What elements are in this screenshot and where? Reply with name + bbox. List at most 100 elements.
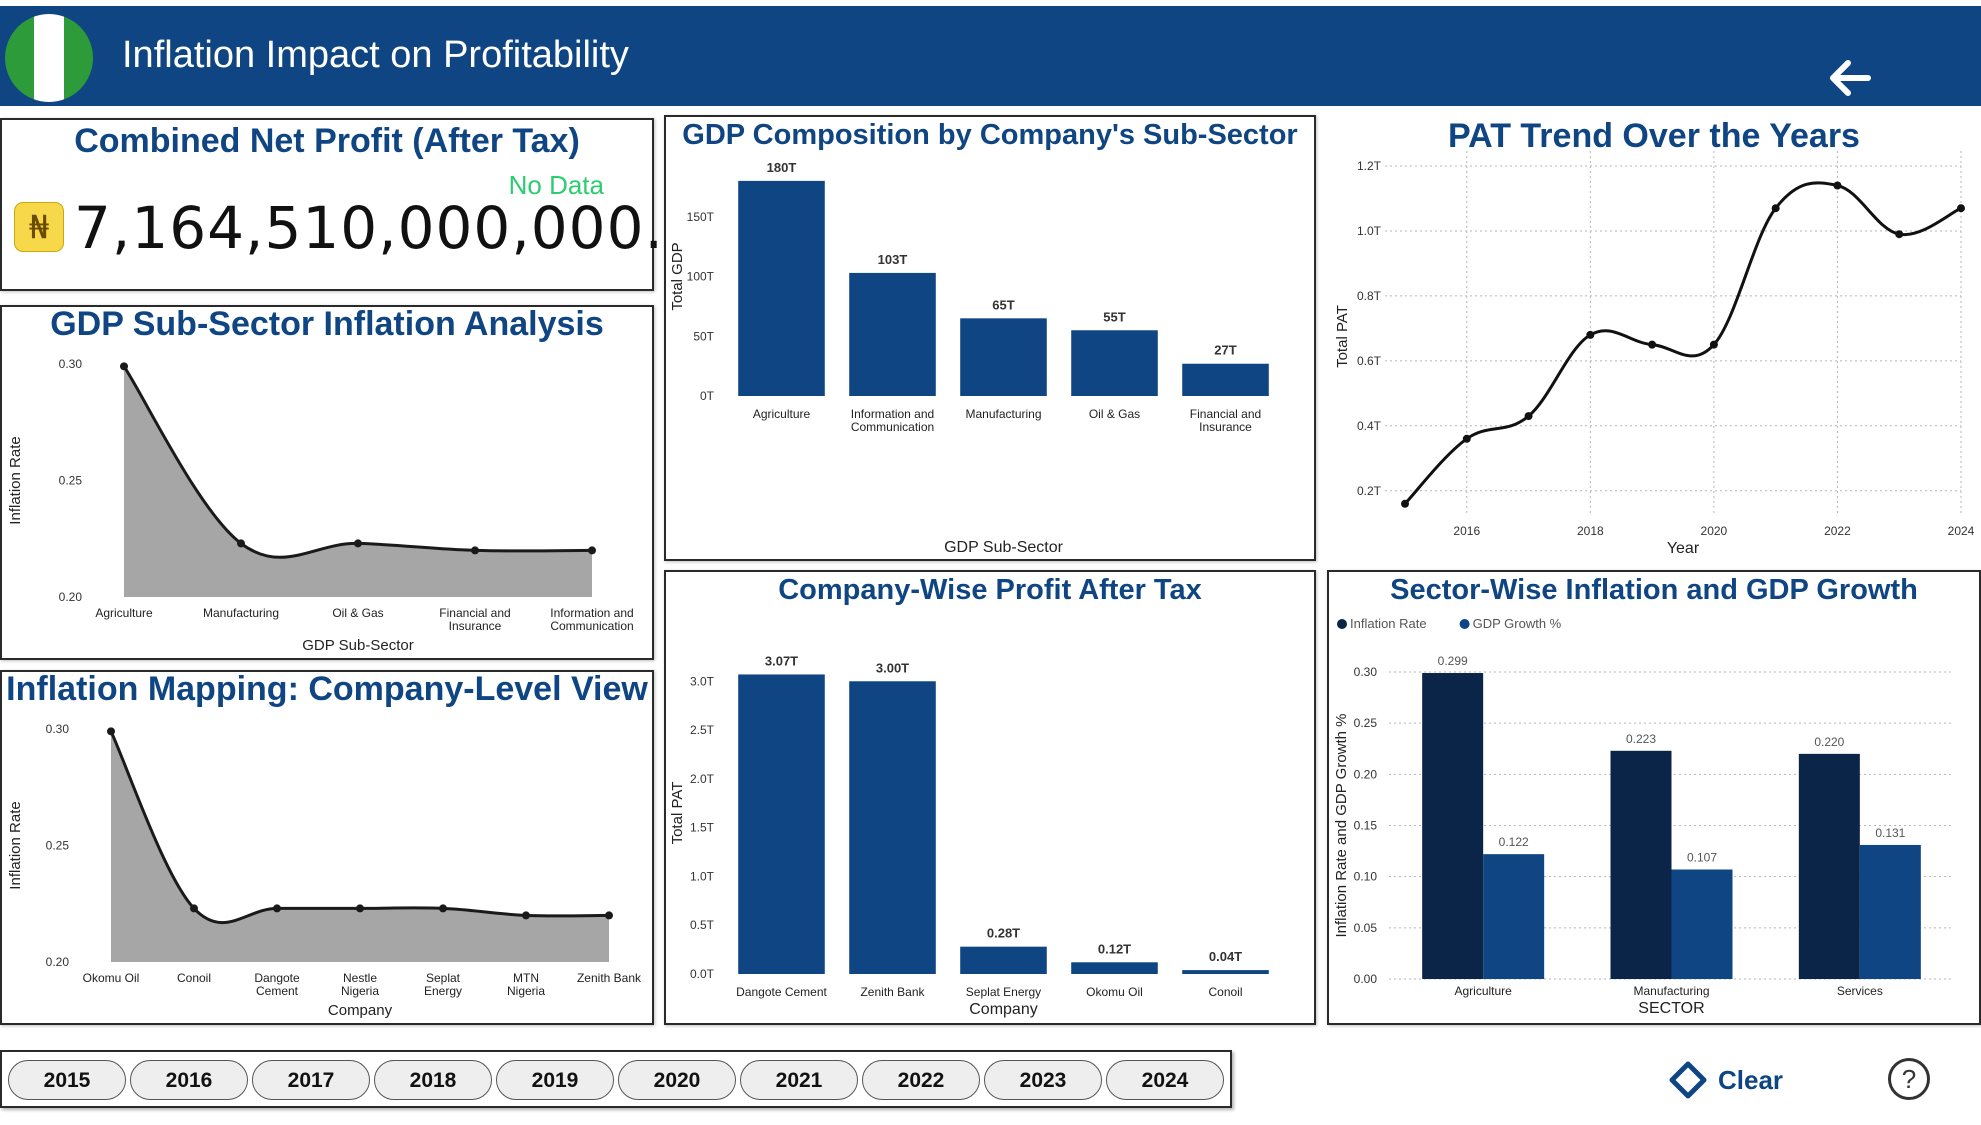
bar (1422, 673, 1484, 979)
y-tick-label: 0.20 (1354, 767, 1378, 781)
year-button-2015[interactable]: 2015 (8, 1060, 126, 1100)
data-label: 55T (1103, 309, 1125, 324)
data-point (273, 904, 281, 913)
y-tick-label: 2.5T (690, 723, 715, 737)
bar (1071, 962, 1158, 974)
page-title: Inflation Impact on Profitability (122, 34, 629, 76)
year-button-2016[interactable]: 2016 (130, 1060, 248, 1100)
bar (1182, 363, 1269, 396)
pat-trend-chart[interactable]: 0.2T 0.4T 0.6T 0.8T 1.0T 1.2T 2016 2018 2020 2022… (1329, 117, 1981, 567)
y-tick-label: 0.5T (690, 918, 715, 932)
data-point (1524, 412, 1533, 421)
x-tick-label: 2018 (1577, 524, 1604, 538)
bar (1671, 869, 1733, 979)
subsector-inflation-chart[interactable]: 0.20 0.25 0.30 Agriculture Manufacturing Oil … (2, 307, 652, 658)
x-tick-label: Conoil (1208, 985, 1242, 999)
panel-pat-trend: PAT Trend Over the Years 0.2T 0.4T 0.6T 0.8… (1327, 115, 1981, 565)
x-tick-label: Agriculture (95, 606, 153, 620)
y-tick-label: 0T (700, 389, 715, 403)
y-tick-label: 0.6T (1357, 354, 1382, 368)
y-tick-label: 2.0T (690, 772, 715, 786)
year-button-2023[interactable]: 2023 (984, 1060, 1102, 1100)
data-point (1648, 340, 1657, 349)
data-label: 0.107 (1687, 851, 1717, 865)
clear-button[interactable]: Clear (1668, 1058, 1798, 1102)
data-label: 3.07T (765, 653, 798, 668)
data-label: 0.299 (1438, 654, 1468, 668)
y-tick-label: 0.05 (1354, 921, 1378, 935)
x-tick-label: Okomu Oil (83, 971, 140, 985)
y-tick-label: 1.0T (1357, 224, 1382, 238)
dashboard: Inflation Impact on Profitability Combin… (0, 0, 1981, 1125)
y-tick-label: 0.0T (690, 967, 715, 981)
bar (960, 946, 1047, 974)
flag-stripe-right (63, 14, 93, 102)
x-tick-label: Oil & Gas (1089, 407, 1140, 421)
y-tick-label: 0.25 (46, 839, 70, 853)
x-tick-label: 2016 (1453, 524, 1480, 538)
y-tick-label: 0.4T (1357, 419, 1382, 433)
bar (738, 180, 825, 396)
y-tick-label: 0.10 (1354, 870, 1378, 884)
x-axis-label: Company (969, 1001, 1037, 1018)
data-label: 0.122 (1499, 835, 1529, 849)
x-tick-label: Agriculture (753, 407, 811, 421)
panel-company-inflation: Inflation Mapping: Company-Level View 0.… (0, 670, 654, 1025)
bar (1610, 750, 1672, 979)
panel-subsector-inflation: GDP Sub-Sector Inflation Analysis 0.20 0.… (0, 305, 654, 660)
year-button-2021[interactable]: 2021 (740, 1060, 858, 1100)
x-tick-label: Zenith Bank (577, 971, 642, 985)
x-tick-label: MTN Nigeria (507, 971, 545, 998)
x-tick-label: Dangote Cement (254, 971, 300, 998)
nigeria-flag-icon (5, 14, 93, 102)
bar (1859, 844, 1921, 979)
y-axis-label: Total GDP (669, 242, 686, 310)
y-tick-label: 0.25 (59, 474, 83, 488)
data-point (107, 727, 115, 736)
x-tick-label: Manufacturing (203, 606, 279, 620)
x-tick-label: Manufacturing (965, 407, 1041, 421)
area-fill (124, 366, 592, 597)
x-tick-label: Financial and Insurance (439, 606, 510, 633)
year-button-2020[interactable]: 2020 (618, 1060, 736, 1100)
legend-marker (1337, 619, 1347, 629)
x-tick-label: Agriculture (1454, 984, 1512, 998)
x-tick-label: Conoil (177, 971, 211, 985)
year-button-2024[interactable]: 2024 (1106, 1060, 1224, 1100)
data-point (471, 546, 479, 555)
legend-label: Inflation Rate (1350, 616, 1427, 631)
panel-gdp-composition: GDP Composition by Company's Sub-Sector … (664, 115, 1316, 561)
legend-label: GDP Growth % (1473, 616, 1562, 631)
y-tick-label: 0.8T (1357, 289, 1382, 303)
y-axis-label: Inflation Rate (7, 436, 24, 524)
y-axis-label: Total PAT (1334, 305, 1351, 368)
data-label: 0.220 (1814, 735, 1844, 749)
year-button-2017[interactable]: 2017 (252, 1060, 370, 1100)
data-label: 0.12T (1098, 941, 1131, 956)
x-axis-label: Year (1667, 540, 1700, 557)
bar (1182, 970, 1269, 974)
y-tick-label: 3.0T (690, 674, 715, 688)
company-inflation-chart[interactable]: 0.20 0.25 0.30 Okomu Oil Conoil Dangote Cement… (2, 672, 652, 1023)
sector-growth-chart[interactable]: 0.00 0.05 0.10 0.15 0.20 0.25 0.30 0.299 0.122 Ag… (1329, 572, 1979, 1023)
kpi-title: Combined Net Profit (After Tax) (74, 122, 580, 160)
series-line (109, 730, 610, 924)
help-button[interactable]: ? (1888, 1058, 1930, 1100)
year-button-2022[interactable]: 2022 (862, 1060, 980, 1100)
year-button-2019[interactable]: 2019 (496, 1060, 614, 1100)
company-pat-chart[interactable]: 0.0T 0.5T 1.0T 1.5T 2.0T 2.5T 3.0T 3.07T Dangote… (666, 572, 1314, 1023)
data-label: 65T (992, 297, 1014, 312)
area-fill (111, 731, 609, 962)
y-tick-label: 0.20 (59, 590, 83, 604)
year-button-2018[interactable]: 2018 (374, 1060, 492, 1100)
panel-sector-growth: Sector-Wise Inflation and GDP Growth 0.0… (1327, 570, 1981, 1025)
gdp-composition-chart[interactable]: 0T 50T 100T 150T 180T Agriculture 103T Informat… (666, 117, 1314, 559)
y-axis-label: Inflation Rate and GDP Growth % (1333, 713, 1350, 937)
data-point (356, 904, 364, 913)
back-button[interactable] (1820, 48, 1880, 108)
y-tick-label: 0.30 (59, 357, 83, 371)
data-point (1957, 204, 1965, 213)
data-label: 0.28T (987, 926, 1020, 941)
data-point (1709, 340, 1718, 349)
x-axis-label: SECTOR (1638, 1000, 1704, 1017)
